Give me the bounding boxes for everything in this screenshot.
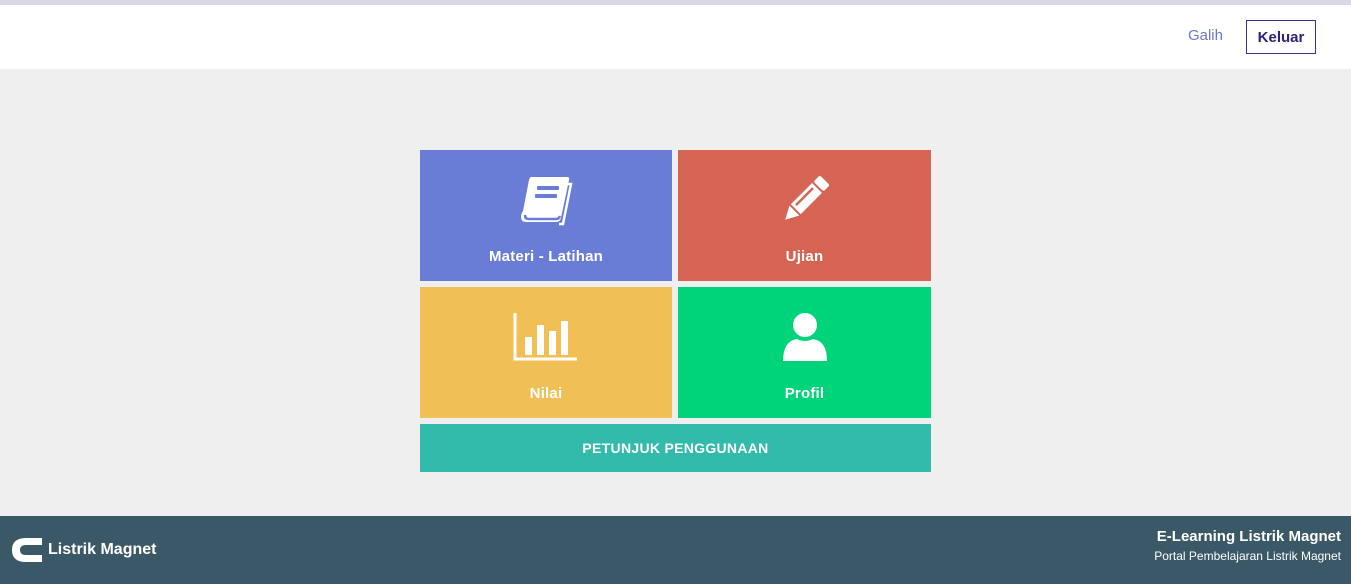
tile-materi-latihan[interactable]: Materi - Latihan	[420, 150, 672, 281]
logout-button[interactable]: Keluar	[1246, 20, 1316, 54]
navbar: Galih Keluar	[0, 5, 1351, 69]
brand-logo: Listrik Magnet	[10, 534, 156, 566]
tile-profil[interactable]: Profil	[678, 287, 931, 418]
bar-chart-icon	[513, 309, 579, 365]
tile-label: Profil	[784, 385, 825, 402]
book-icon	[519, 172, 573, 228]
footer: Listrik Magnet E-Learning Listrik Magnet…	[0, 516, 1351, 584]
main-content: Materi - Latihan Ujian Nilai Profil PETU…	[0, 69, 1351, 516]
footer-title: E-Learning Listrik Magnet	[1156, 528, 1341, 545]
brand-name: Listrik Magnet	[48, 541, 157, 558]
tile-label: Ujian	[785, 248, 824, 265]
guide-button[interactable]: PETUNJUK PENGGUNAAN	[420, 424, 931, 472]
magnet-logo-icon	[12, 538, 42, 562]
tile-label: Materi - Latihan	[488, 248, 604, 265]
user-icon	[781, 309, 829, 365]
pencil-icon	[779, 172, 831, 228]
username-link[interactable]: Galih	[1188, 27, 1223, 44]
footer-subtitle: Portal Pembelajaran Listrik Magnet	[1154, 549, 1341, 563]
footer-info: E-Learning Listrik Magnet Portal Pembela…	[1154, 528, 1341, 563]
tile-nilai[interactable]: Nilai	[420, 287, 672, 418]
tile-label: Nilai	[529, 385, 563, 402]
tile-ujian[interactable]: Ujian	[678, 150, 931, 281]
